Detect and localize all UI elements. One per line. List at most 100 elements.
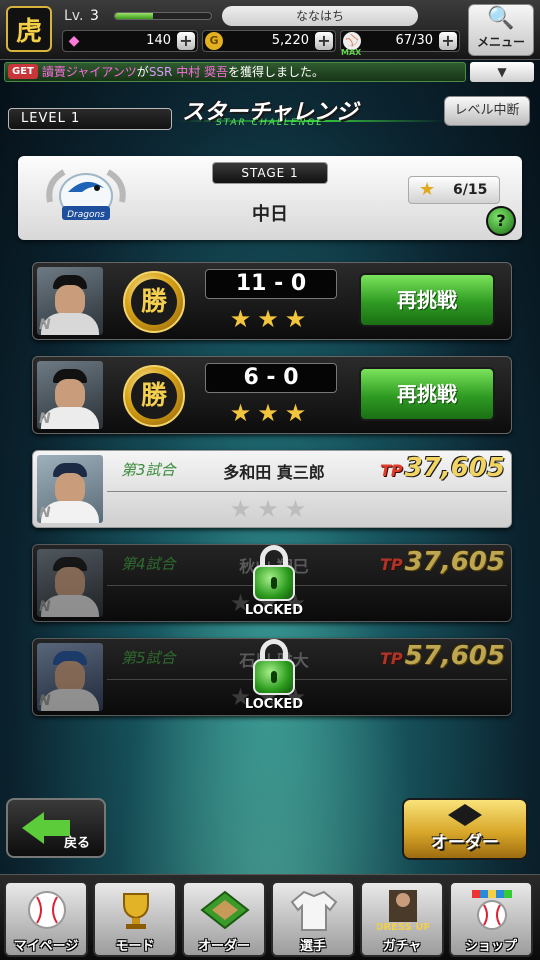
coin-icon: G xyxy=(205,32,223,50)
nav-players[interactable]: 選手 xyxy=(271,881,355,957)
star-icon: ★ xyxy=(419,179,436,200)
nav-label: 選手 xyxy=(299,939,326,954)
n-rank-icon: N xyxy=(39,599,51,615)
nav-label: オーダー xyxy=(197,939,250,954)
player-name: ななはち xyxy=(222,6,418,26)
coin-count: 5,220 xyxy=(271,33,309,48)
uniform-icon xyxy=(287,889,341,931)
retry-button[interactable]: 再挑戦 xyxy=(359,367,495,421)
order-button[interactable]: オーダー xyxy=(402,798,528,860)
game-number: 第3試合 xyxy=(121,461,176,479)
ticker-particle: が xyxy=(136,65,149,79)
locked-label: LOCKED xyxy=(244,603,304,618)
retry-button[interactable]: 再挑戦 xyxy=(359,273,495,327)
add-coins-button[interactable]: + xyxy=(315,32,333,50)
stage-star-value: 6/15 xyxy=(453,182,488,198)
player-portrait: N xyxy=(37,455,103,523)
stage-opponent: 中日 xyxy=(252,204,288,225)
exp-bar-fill xyxy=(115,13,154,19)
opponent-pitcher: 多和田 真三郎 xyxy=(223,463,325,482)
add-gems-button[interactable]: + xyxy=(177,32,195,50)
level-label: Lv. xyxy=(64,8,84,24)
row-divider xyxy=(107,679,507,680)
news-ticker: GET 讀賣ジャイアンツがSSR 中村 奨吾を獲得しました。 xyxy=(4,62,466,82)
field-icon xyxy=(198,889,252,931)
tp-label: TP xyxy=(380,649,403,668)
stamina-max-tag: MAX xyxy=(341,48,362,57)
nav-mode[interactable]: モード xyxy=(93,881,177,957)
dragons-logo-text: Dragons xyxy=(67,210,105,220)
row-divider xyxy=(107,585,507,586)
gem-count: 140 xyxy=(146,33,171,48)
menu-button[interactable]: 🔍 メニュー xyxy=(468,4,534,56)
nav-label: ショップ xyxy=(464,939,517,954)
match-row-2: N 勝 6 - 0 ★★★ 再挑戦 xyxy=(32,356,512,434)
gem-icon: ◆ xyxy=(68,33,80,49)
shop-icon xyxy=(465,889,519,931)
nav-mypage[interactable]: マイページ xyxy=(4,881,88,957)
n-rank-icon: N xyxy=(39,411,51,427)
nav-order[interactable]: オーダー xyxy=(182,881,266,957)
ticker-team: 讀賣ジャイアンツ xyxy=(41,65,137,79)
row-divider xyxy=(107,491,507,492)
win-medal-icon: 勝 xyxy=(123,365,185,427)
match-stars: ★★★ xyxy=(229,495,313,523)
n-rank-icon: N xyxy=(39,505,51,521)
stage-label: STAGE 1 xyxy=(212,162,328,184)
team-power: TP37,605 xyxy=(359,453,505,483)
stamina-counter: ⚾ MAX 67/30 + xyxy=(340,30,460,57)
n-rank-icon: N xyxy=(39,693,51,709)
nav-shop[interactable]: ショップ xyxy=(449,881,533,957)
match-row-3[interactable]: N 第3試合 多和田 真三郎 TP37,605 ★★★ xyxy=(32,450,512,528)
stage-card: Dragons STAGE 1 中日 ★ 6/15 ? xyxy=(18,156,522,240)
team-logo-icon[interactable]: 虎 xyxy=(6,6,52,52)
stamina-count: 67/30 xyxy=(395,33,433,48)
locked-label: LOCKED xyxy=(244,697,304,712)
lock-icon: LOCKED xyxy=(241,545,307,623)
match-row-1: N 勝 11 - 0 ★★★ 再挑戦 xyxy=(32,262,512,340)
ticker-rank: SSR xyxy=(148,65,173,79)
menu-label: メニュー xyxy=(476,35,525,49)
gacha-badge: DRESS UP xyxy=(377,922,429,932)
win-result: 勝 xyxy=(131,373,177,419)
add-stamina-button[interactable]: + xyxy=(439,32,457,50)
tp-value: 37,605 xyxy=(404,453,505,483)
team-power: TP37,605 xyxy=(359,547,505,577)
dress-up-icon: DRESS UP xyxy=(376,889,430,932)
team-power: TP57,605 xyxy=(359,641,505,671)
back-arrow-icon xyxy=(22,812,44,844)
player-portrait: N xyxy=(37,267,103,335)
nav-label: ガチャ xyxy=(382,939,422,954)
win-medal-icon: 勝 xyxy=(123,271,185,333)
player-portrait: N xyxy=(37,549,103,617)
match-score: 6 - 0 xyxy=(205,363,337,393)
nav-label: モード xyxy=(115,939,155,954)
stage-star-count: ★ 6/15 xyxy=(408,176,500,204)
lock-icon: LOCKED xyxy=(241,639,307,717)
match-stars: ★★★ xyxy=(229,305,313,333)
diamond-field-icon xyxy=(448,804,482,826)
back-button[interactable]: 戻る xyxy=(6,798,106,858)
back-label: 戻る xyxy=(64,836,91,851)
tp-value: 37,605 xyxy=(404,547,505,577)
level-value: 3 xyxy=(90,8,99,24)
match-score: 11 - 0 xyxy=(205,269,337,299)
exp-bar xyxy=(114,12,212,20)
game-number: 第5試合 xyxy=(121,649,176,667)
tp-label: TP xyxy=(380,461,403,480)
dragons-logo-icon: Dragons xyxy=(46,169,126,220)
get-badge: GET xyxy=(8,64,38,79)
tp-value: 57,605 xyxy=(404,641,505,671)
tp-label: TP xyxy=(380,555,403,574)
quit-level-button[interactable]: レベル中断 xyxy=(444,96,530,126)
help-button[interactable]: ? xyxy=(486,206,516,236)
player-portrait: N xyxy=(37,361,103,429)
top-status-bar: 虎 Lv. 3 ななはち ◆ 140 + G 5,220 + ⚾ MAX 67/… xyxy=(0,0,540,60)
order-label: オーダー xyxy=(431,833,499,853)
nav-gacha[interactable]: DRESS UP ガチャ xyxy=(360,881,444,957)
ticker-expand-button[interactable]: ▼ xyxy=(470,62,534,82)
match-stars: ★★★ xyxy=(229,399,313,427)
coin-counter: G 5,220 + xyxy=(202,30,336,52)
match-row-4: N 第4試合 秋山 翔巳 TP37,605 ★★★ LOCKED xyxy=(32,544,512,622)
nav-label: マイページ xyxy=(13,939,79,954)
